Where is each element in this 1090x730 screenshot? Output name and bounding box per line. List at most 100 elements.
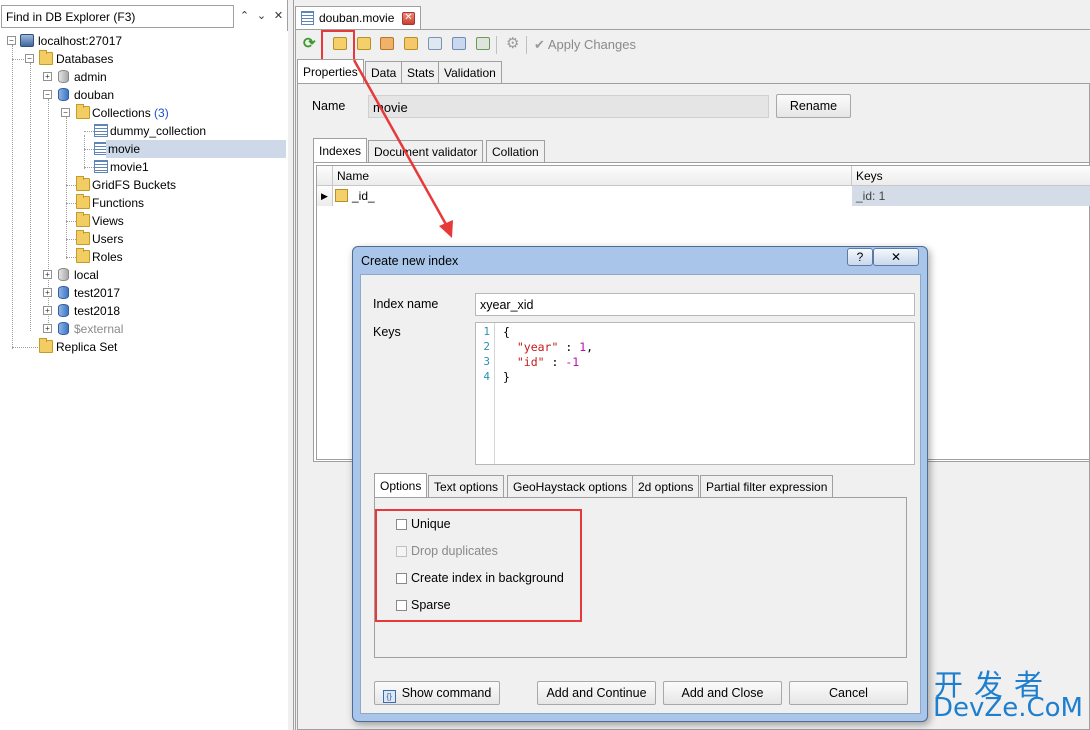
line-number-gutter: 1 2 3 4 [476, 323, 495, 464]
tree-node-gridfs[interactable]: GridFS Buckets [0, 176, 288, 194]
tab-text-options[interactable]: Text options [428, 475, 505, 497]
tab-data[interactable]: Data [365, 61, 403, 83]
index-name-field[interactable]: xyear_xid [475, 293, 915, 316]
tree-node-col-dummy[interactable]: dummy_collection [0, 122, 288, 140]
tree-node-collections[interactable]: − Collections (3) [0, 104, 288, 122]
settings-button[interactable]: ⚙ [504, 35, 522, 53]
tree-node-users[interactable]: Users [0, 230, 288, 248]
column-header-name[interactable]: Name [333, 166, 852, 186]
tab-geohaystack-options[interactable]: GeoHaystack options [507, 475, 634, 497]
expand-icon[interactable]: + [43, 324, 52, 333]
tree-node-views[interactable]: Views [0, 212, 288, 230]
site-watermark: 开发者 DevZe.CoM [932, 662, 1083, 726]
collapse-icon[interactable]: − [7, 36, 16, 45]
folder-icon [39, 338, 53, 353]
folder-icon [76, 248, 90, 263]
tree-node-functions[interactable]: Functions [0, 194, 288, 212]
sub-tabs: Indexes Document validator Collation [313, 138, 1090, 162]
add-and-continue-button[interactable]: Add and Continue [537, 681, 656, 705]
find-next-icon[interactable]: ⌄ [253, 5, 270, 28]
show-command-button[interactable]: {} Show command [374, 681, 500, 705]
server-icon [20, 34, 34, 47]
find-close-icon[interactable]: ✕ [270, 5, 287, 28]
tree-node-replica-set[interactable]: Replica Set [0, 338, 288, 356]
explorer-tree: − localhost:27017 − Databases + admin − … [0, 31, 288, 730]
dialog-title: Create new index [361, 254, 459, 268]
folder-icon [76, 104, 90, 119]
database-icon [58, 70, 69, 83]
tab-partial-filter-expression[interactable]: Partial filter expression [700, 475, 834, 497]
index-icon [335, 189, 348, 202]
panel-splitter[interactable] [288, 0, 294, 730]
dialog-body: Index name xyear_xid Keys 1 2 3 4 { "yea… [360, 274, 921, 714]
folder-icon [76, 194, 90, 209]
tab-2d-options[interactable]: 2d options [632, 475, 700, 497]
hide-index-button[interactable] [402, 35, 420, 53]
keys-editor[interactable]: 1 2 3 4 { "year" : 1, "id" : -1 } [475, 322, 915, 465]
edit-index-button[interactable] [355, 35, 373, 53]
help-button[interactable]: ? [847, 248, 873, 266]
collections-count: (3) [154, 106, 169, 120]
tree-node-roles[interactable]: Roles [0, 248, 288, 266]
check-icon: ✔ [534, 37, 545, 52]
refresh-icon: ⟳ [303, 35, 316, 52]
name-label: Name [312, 99, 346, 113]
index-name-cell: _id_ [352, 189, 375, 203]
tab-validation[interactable]: Validation [438, 61, 502, 83]
cancel-button[interactable]: Cancel [789, 681, 908, 705]
tab-stats[interactable]: Stats [401, 61, 441, 83]
tree-node-databases[interactable]: − Databases [0, 50, 288, 68]
row-pointer-icon: ▶ [317, 186, 333, 206]
folder-icon [76, 212, 90, 227]
index-keys-cell: _id: 1 [852, 186, 1090, 206]
tree-node-db-admin[interactable]: + admin [0, 68, 288, 86]
tab-collation[interactable]: Collation [486, 140, 545, 162]
collection-icon [94, 124, 108, 137]
database-icon [58, 286, 69, 299]
index-stats-button[interactable] [426, 35, 444, 53]
tree-node-db-local[interactable]: + local [0, 266, 288, 284]
tree-node-db-test2017[interactable]: + test2017 [0, 284, 288, 302]
table-row[interactable]: ▶ _id_ _id: 1 [317, 186, 1090, 206]
tree-node-col-movie1[interactable]: movie1 [0, 158, 288, 176]
folder-icon [76, 176, 90, 191]
hide-index-icon [404, 37, 418, 50]
column-header-keys[interactable]: Keys [852, 166, 1090, 186]
gear-icon: ⚙ [506, 35, 520, 52]
tree-node-db-test2018[interactable]: + test2018 [0, 302, 288, 320]
tree-node-db-douban[interactable]: − douban [0, 86, 288, 104]
create-index-dialog: Create new index ? ✕ Index name xyear_xi… [352, 246, 928, 722]
collapse-icon[interactable]: − [25, 54, 34, 63]
tab-indexes[interactable]: Indexes [313, 138, 368, 162]
tree-node-col-movie[interactable]: movie [0, 140, 288, 158]
database-icon [58, 268, 69, 281]
find-input[interactable]: Find in DB Explorer (F3) [1, 5, 234, 28]
close-dialog-button[interactable]: ✕ [873, 248, 919, 266]
tab-document-validator[interactable]: Document validator [368, 140, 484, 162]
export-icon [476, 37, 490, 50]
export-button[interactable] [474, 35, 492, 53]
command-icon: {} [382, 690, 396, 703]
tab-properties[interactable]: Properties [297, 59, 364, 83]
tree-node-server[interactable]: − localhost:27017 [0, 32, 288, 50]
collapse-icon[interactable]: − [61, 108, 70, 117]
expand-icon[interactable]: + [43, 306, 52, 315]
find-prev-icon[interactable]: ⌃ [236, 5, 253, 28]
copy-index-button[interactable] [450, 35, 468, 53]
expand-icon[interactable]: + [43, 72, 52, 81]
tree-node-db-external[interactable]: + $external [0, 320, 288, 338]
tab-options[interactable]: Options [374, 473, 428, 497]
expand-icon[interactable]: + [43, 288, 52, 297]
apply-changes-button[interactable]: ✔ Apply Changes [534, 35, 636, 55]
edit-index-icon [357, 37, 371, 50]
rename-button[interactable]: Rename [776, 94, 851, 118]
collapse-icon[interactable]: − [43, 90, 52, 99]
close-tab-icon[interactable]: ✕ [402, 12, 415, 25]
keys-label: Keys [373, 325, 401, 339]
document-tab[interactable]: douban.movie ✕ [295, 6, 421, 29]
drop-index-button[interactable] [378, 35, 396, 53]
expand-icon[interactable]: + [43, 270, 52, 279]
refresh-button[interactable]: ⟳ [301, 35, 319, 53]
collection-name-field[interactable]: movie [368, 95, 769, 118]
add-and-close-button[interactable]: Add and Close [663, 681, 782, 705]
